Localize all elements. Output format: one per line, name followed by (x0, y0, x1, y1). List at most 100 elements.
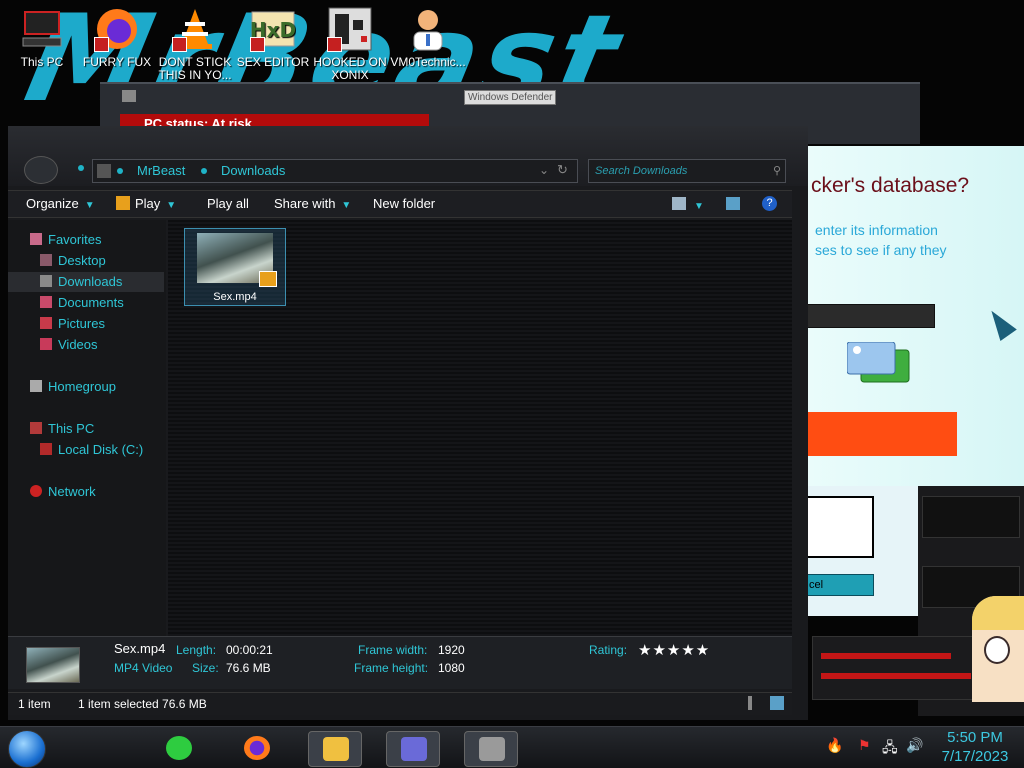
rating-stars[interactable]: ★★★★★ (638, 641, 710, 659)
desktop-icon-dont-stick[interactable]: DONT STICK THIS IN YO... (157, 6, 233, 84)
breadcrumb-separator-icon (117, 168, 123, 174)
desktop-folder-icon (40, 254, 52, 266)
vlc-cone-icon (172, 6, 218, 52)
chevron-down-icon: ▼ (84, 200, 95, 211)
network-tray-icon[interactable]: 🖧 (882, 737, 898, 761)
hard-drive-icon (40, 443, 52, 455)
large-icons-view-icon[interactable] (770, 696, 784, 710)
clock[interactable]: 5:50 PM 7/17/2023 (930, 728, 1020, 766)
change-view-icon[interactable] (672, 197, 686, 210)
nav-item-this-pc[interactable]: This PC (8, 419, 164, 439)
desktop: MrBeast This PC FURRY FUX DONT STICK THI… (0, 0, 1024, 768)
view-options-button[interactable]: ▼ (694, 197, 704, 212)
desktop-icon-vm0technic[interactable]: VM0Technic... (390, 6, 466, 84)
action-center-flag-icon[interactable]: ⚑ (858, 737, 871, 754)
search-box[interactable]: ⚲ (588, 159, 786, 183)
play-icon (116, 196, 130, 210)
search-input[interactable] (593, 162, 767, 180)
homegroup-icon (30, 380, 42, 392)
nav-item-homegroup[interactable]: Homegroup (8, 377, 164, 397)
chevron-down-icon[interactable]: ⌄ (539, 163, 549, 177)
play-all-button[interactable]: Play all (207, 196, 249, 211)
refresh-icon[interactable]: ↻ (557, 162, 568, 178)
preview-pane-icon[interactable] (726, 197, 740, 210)
desktop-icon-this-pc[interactable]: This PC (4, 6, 80, 84)
character-eye (984, 636, 1010, 664)
new-folder-button[interactable]: New folder (373, 196, 435, 211)
frame-width-value: 1920 (438, 643, 465, 657)
shortcut-arrow-icon (94, 37, 109, 52)
shortcut-arrow-icon (327, 37, 342, 52)
folder-icon (97, 164, 111, 178)
computer-icon (30, 422, 42, 434)
nav-item-favorites[interactable]: Favorites (8, 230, 164, 250)
rating-label: Rating: (589, 643, 628, 657)
nav-item-local-disk[interactable]: Local Disk (C:) (8, 440, 164, 460)
desktop-icon-furry-fux[interactable]: FURRY FUX (79, 6, 155, 84)
length-value: 00:00:21 (226, 643, 273, 657)
play-button[interactable]: Play ▼ (116, 196, 176, 211)
taskbar-security-app[interactable] (386, 731, 440, 767)
share-with-button[interactable]: Share with ▼ (274, 196, 351, 211)
window-title-tooltip: Windows Defender (464, 90, 557, 105)
shortcut-arrow-icon (250, 37, 265, 52)
firefox-icon (94, 6, 140, 52)
card-number-input[interactable] (807, 304, 935, 328)
help-icon[interactable]: ? (762, 196, 777, 211)
start-button[interactable] (8, 730, 46, 768)
doctor-avatar-icon (405, 6, 451, 52)
gadget-segment (922, 496, 1020, 538)
nav-item-desktop[interactable]: Desktop (8, 251, 164, 271)
file-explorer-window[interactable]: MrBeast Downloads ⌄ ↻ ⚲ Organize▼ Play▼ … (8, 126, 808, 720)
details-pane: Sex.mp4 MP4 Video Length: 00:00:21 Size:… (8, 636, 792, 689)
firefox-icon (244, 736, 270, 760)
volume-icon[interactable]: 🔊 (906, 737, 923, 754)
search-icon: ⚲ (772, 165, 781, 177)
desktop-icon-sex-editor[interactable]: HxD SEX EDITOR (235, 6, 311, 84)
nav-item-videos[interactable]: Videos (8, 335, 164, 355)
taskbar-firefox[interactable] (230, 731, 282, 765)
breadcrumb-separator-icon (201, 168, 207, 174)
navigation-pane: Favorites Desktop Downloads Documents Pi… (8, 220, 166, 640)
credit-cards-icon (846, 341, 911, 386)
details-view-icon[interactable] (748, 696, 752, 710)
length-label: Length: (176, 643, 217, 657)
star-icon (30, 233, 42, 245)
taskbar-file-explorer[interactable] (308, 731, 362, 767)
address-bar[interactable]: MrBeast Downloads ⌄ ↻ (92, 159, 578, 183)
computer-icon (19, 6, 65, 52)
selection-info: 1 item selected 76.6 MB (78, 697, 207, 711)
network-icon (30, 485, 42, 497)
chevron-down-icon: ▼ (166, 200, 177, 211)
dialog-text-line: enter its information (815, 222, 938, 238)
clock-time: 5:50 PM (947, 729, 1003, 746)
character-hair (972, 596, 1024, 630)
nav-item-pictures[interactable]: Pictures (8, 314, 164, 334)
breadcrumb-mrbeast[interactable]: MrBeast (137, 163, 185, 178)
nav-item-documents[interactable]: Documents (8, 293, 164, 313)
desktop-icon-hooked-on-xonix[interactable]: HOOKED ON XONIX (312, 6, 388, 84)
taskbar-notes-app[interactable] (152, 731, 204, 765)
brick-wall-icon (479, 737, 505, 761)
cancel-button[interactable]: cel (806, 574, 874, 596)
nav-item-downloads[interactable]: Downloads (8, 272, 164, 292)
documents-folder-icon (40, 296, 52, 308)
organize-button[interactable]: Organize ▼ (26, 196, 95, 211)
command-bar: Organize ▼ Play ▼ Play all Share with ▼ New… (8, 190, 792, 218)
clock-date: 7/17/2023 (941, 748, 1009, 765)
file-item[interactable]: Sex.mp4 (184, 228, 286, 306)
file-list[interactable]: Sex.mp4 (168, 220, 792, 638)
dialog-text-line: ses to see if any they (815, 242, 947, 258)
nav-item-network[interactable]: Network (8, 482, 164, 502)
file-name: Sex.mp4 (213, 291, 257, 303)
frame-width-label: Frame width: (358, 643, 428, 657)
file-explorer-icon (323, 737, 349, 761)
submit-button[interactable] (807, 412, 957, 456)
gadget-stripe (821, 653, 951, 659)
explorer-header: MrBeast Downloads ⌄ ↻ ⚲ (8, 126, 808, 186)
tray-app-icon[interactable]: 🔥 (826, 737, 843, 754)
back-button[interactable] (24, 156, 58, 184)
taskbar-wall-app[interactable] (464, 731, 518, 767)
breadcrumb-downloads[interactable]: Downloads (221, 163, 285, 178)
phishing-lower-panel: cel (806, 486, 918, 616)
